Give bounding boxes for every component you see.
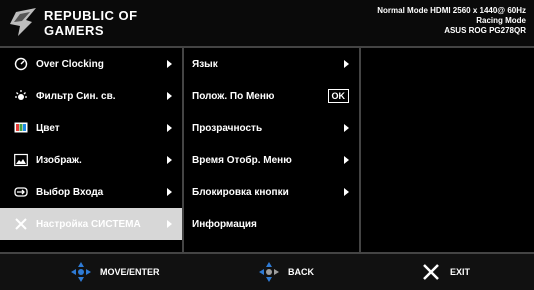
menu-item-label: Over Clocking <box>36 58 104 70</box>
brand-line-1: REPUBLIC OF <box>44 8 138 23</box>
close-icon <box>423 264 439 280</box>
chevron-right-icon <box>167 156 172 164</box>
exit-hint: EXIT <box>420 254 470 290</box>
submenu-item-transparency[interactable]: Прозрачность <box>184 112 359 144</box>
chevron-right-icon <box>167 220 172 228</box>
status-line-2: Racing Mode <box>476 16 526 25</box>
exit-label: EXIT <box>450 267 471 277</box>
header: REPUBLIC OF GAMERS Normal Mode HDMI 2560… <box>0 0 534 48</box>
menu-item-label: Цвет <box>36 122 60 134</box>
joystick-back-icon <box>259 262 279 282</box>
menu-item-blue-light-filter[interactable]: Фильтр Син. св. <box>0 80 182 112</box>
osd-window: REPUBLIC OF GAMERS Normal Mode HDMI 2560… <box>0 0 534 290</box>
submenu-item-menu-timeout[interactable]: Время Отобр. Меню <box>184 144 359 176</box>
back-hint: BACK <box>258 254 314 290</box>
submenu-item-information[interactable]: Информация <box>184 208 359 240</box>
menu-item-system-setup[interactable]: Настройка СИСТЕМА <box>0 208 182 240</box>
speedometer-icon <box>14 57 28 71</box>
ok-badge: OK <box>327 89 349 103</box>
submenu-item-label: Язык <box>192 58 218 70</box>
menu-area: Over Clocking Фильтр Син. св. Цвет Изобр… <box>0 48 534 254</box>
status-line-3: ASUS ROG PG278QR <box>444 26 526 35</box>
submenu-item-label: Информация <box>192 218 257 230</box>
move-enter-hint: MOVE/ENTER <box>70 254 160 290</box>
main-menu: Over Clocking Фильтр Син. св. Цвет Изобр… <box>0 48 184 254</box>
chevron-right-icon <box>167 124 172 132</box>
submenu-item-language[interactable]: Язык <box>184 48 359 80</box>
color-icon <box>14 121 28 135</box>
rog-logo-icon <box>10 8 36 36</box>
image-icon <box>14 153 28 167</box>
back-label: BACK <box>288 267 314 277</box>
brand-line-2: GAMERS <box>44 23 105 38</box>
chevron-right-icon <box>344 156 349 164</box>
joystick-move-icon <box>71 262 91 282</box>
chevron-right-icon <box>344 188 349 196</box>
submenu-item-label: Блокировка кнопки <box>192 186 289 198</box>
submenu-item-label: Время Отобр. Меню <box>192 154 292 166</box>
menu-item-label: Настройка СИСТЕМА <box>36 218 141 230</box>
chevron-right-icon <box>167 92 172 100</box>
menu-item-color[interactable]: Цвет <box>0 112 182 144</box>
status-info: Normal Mode HDMI 2560 x 1440@ 60Hz Racin… <box>377 6 526 36</box>
chevron-right-icon <box>167 60 172 68</box>
input-icon <box>14 185 28 199</box>
chevron-right-icon <box>344 60 349 68</box>
sub-menu: Язык Полож. По Меню OK Прозрачность Врем… <box>184 48 361 254</box>
menu-item-image[interactable]: Изображ. <box>0 144 182 176</box>
brand-title: REPUBLIC OF GAMERS <box>44 8 138 38</box>
submenu-item-label: Полож. По Меню <box>192 90 275 102</box>
submenu-item-menu-position[interactable]: Полож. По Меню OK <box>184 80 359 112</box>
chevron-right-icon <box>344 124 349 132</box>
move-enter-label: MOVE/ENTER <box>100 267 160 277</box>
submenu-item-key-lock[interactable]: Блокировка кнопки <box>184 176 359 208</box>
value-panel <box>361 48 534 254</box>
sun-icon <box>14 89 28 103</box>
status-line-1: Normal Mode HDMI 2560 x 1440@ 60Hz <box>377 6 526 15</box>
chevron-right-icon <box>167 188 172 196</box>
menu-item-label: Фильтр Син. св. <box>36 90 116 102</box>
wrench-icon <box>14 217 28 231</box>
menu-item-input-select[interactable]: Выбор Входа <box>0 176 182 208</box>
menu-item-label: Изображ. <box>36 154 82 166</box>
menu-item-label: Выбор Входа <box>36 186 104 198</box>
footer: MOVE/ENTER BACK EXIT <box>0 252 534 290</box>
submenu-item-label: Прозрачность <box>192 122 263 134</box>
menu-item-over-clocking[interactable]: Over Clocking <box>0 48 182 80</box>
